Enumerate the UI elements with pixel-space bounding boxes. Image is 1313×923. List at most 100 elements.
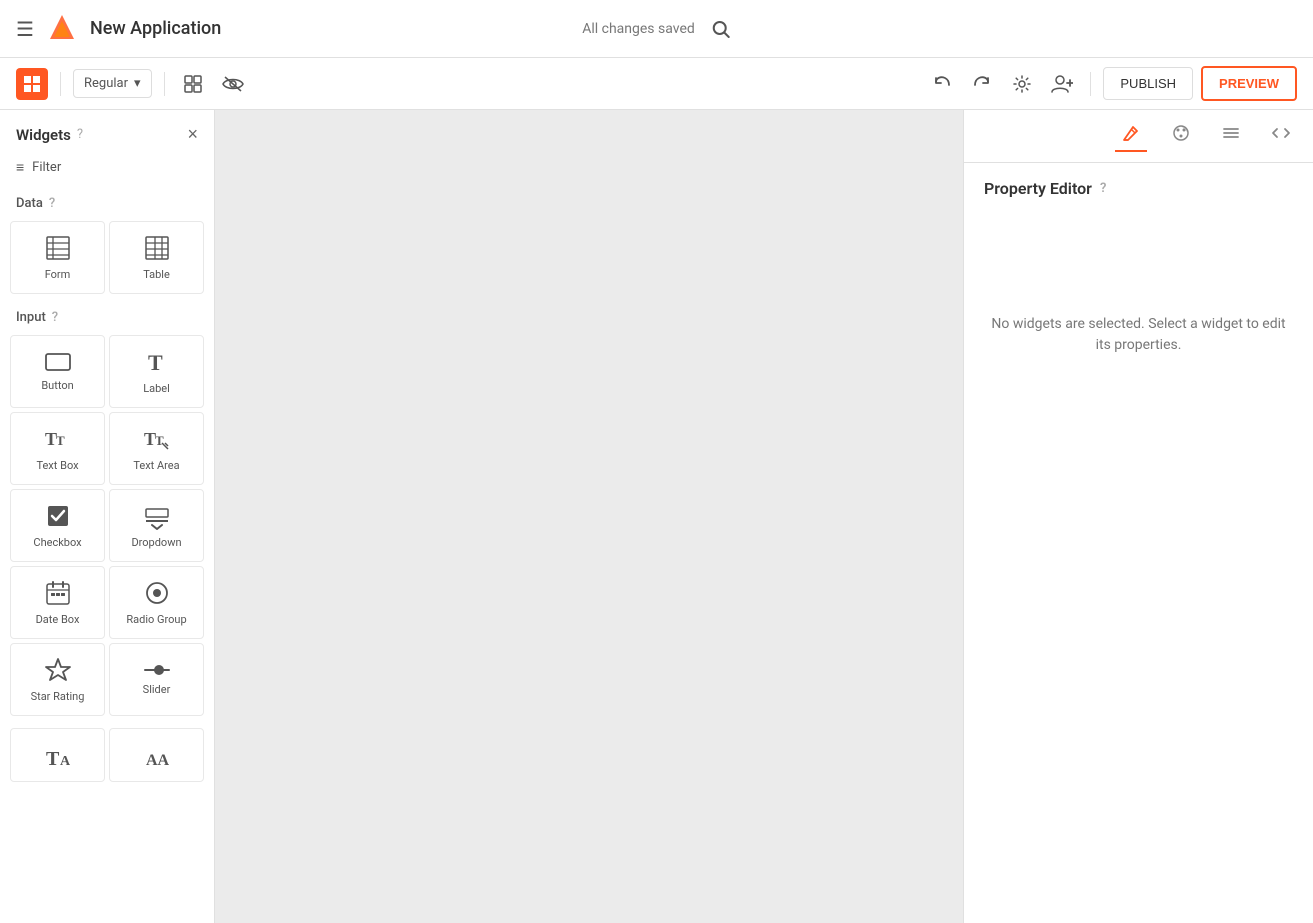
changes-saved-label: All changes saved bbox=[582, 21, 695, 37]
textarea-label: Text Area bbox=[133, 459, 179, 472]
undo-button[interactable] bbox=[926, 68, 958, 100]
textarea-icon: T T bbox=[142, 425, 172, 453]
top-nav: ☰ New Application All changes saved bbox=[0, 0, 1313, 58]
data-widgets-grid: Form Table bbox=[0, 217, 214, 302]
radiogroup-icon bbox=[143, 579, 171, 607]
nav-left: ☰ New Application bbox=[16, 11, 897, 47]
starrating-label: Star Rating bbox=[31, 690, 85, 703]
widget-radiogroup[interactable]: Radio Group bbox=[109, 566, 204, 639]
svg-text:T: T bbox=[46, 748, 60, 769]
textbox-label: Text Box bbox=[36, 459, 78, 472]
property-editor-empty-state: No widgets are selected. Select a widget… bbox=[964, 254, 1313, 416]
svg-text:T: T bbox=[56, 433, 65, 448]
input-section-label: Input ? bbox=[0, 302, 214, 331]
input-label-text: Input bbox=[16, 310, 46, 325]
label-label: Label bbox=[143, 382, 170, 395]
starrating-icon bbox=[44, 656, 72, 684]
hamburger-icon[interactable]: ☰ bbox=[16, 17, 34, 41]
widget-starrating[interactable]: Star Rating bbox=[10, 643, 105, 716]
widgets-panel: Widgets ? × ≡ Filter Data ? bbox=[0, 110, 215, 923]
table-label: Table bbox=[143, 268, 170, 281]
data-help-icon[interactable]: ? bbox=[49, 196, 55, 211]
svg-text:T: T bbox=[148, 350, 163, 375]
property-editor-section: Property Editor ? bbox=[964, 163, 1313, 254]
search-icon[interactable] bbox=[711, 19, 731, 39]
filter-icon: ≡ bbox=[16, 159, 24, 176]
app-title: New Application bbox=[90, 18, 221, 39]
dropdown-label: Dropdown bbox=[131, 536, 181, 549]
tab-theme[interactable] bbox=[1165, 120, 1197, 152]
grid-icon-button[interactable] bbox=[177, 68, 209, 100]
svg-text:A: A bbox=[60, 754, 71, 769]
regular-label: Regular bbox=[84, 76, 128, 91]
filter-row[interactable]: ≡ Filter bbox=[0, 155, 214, 188]
svg-text:T: T bbox=[155, 433, 164, 448]
input-help-icon[interactable]: ? bbox=[52, 310, 58, 325]
svg-text:AA: AA bbox=[146, 752, 170, 769]
property-editor-help-icon[interactable]: ? bbox=[1100, 181, 1106, 196]
datebox-label: Date Box bbox=[36, 613, 80, 626]
heading-icon: AA bbox=[143, 741, 171, 769]
toolbar-left: Regular ▾ bbox=[16, 68, 249, 100]
widget-textarea[interactable]: T T Text Area bbox=[109, 412, 204, 485]
datebox-icon bbox=[44, 579, 72, 607]
toolbar-right: PUBLISH PREVIEW bbox=[926, 66, 1297, 101]
widget-textbox[interactable]: T T Text Box bbox=[10, 412, 105, 485]
tab-code[interactable] bbox=[1265, 120, 1297, 152]
widgets-header: Widgets ? × bbox=[0, 110, 214, 155]
widgets-close-button[interactable]: × bbox=[187, 124, 198, 145]
widget-form[interactable]: Form bbox=[10, 221, 105, 294]
chevron-down-icon: ▾ bbox=[134, 76, 141, 91]
richtext-icon: T A bbox=[44, 741, 72, 769]
tab-data[interactable] bbox=[1215, 120, 1247, 152]
dropdown-icon bbox=[143, 502, 171, 530]
property-editor-title: Property Editor ? bbox=[984, 179, 1293, 198]
textbox-icon: T T bbox=[43, 425, 73, 453]
right-panel-tabs bbox=[964, 110, 1313, 163]
filter-label: Filter bbox=[32, 160, 61, 175]
table-icon bbox=[143, 234, 171, 262]
toolbar: Regular ▾ bbox=[0, 58, 1313, 110]
settings-button[interactable] bbox=[1006, 68, 1038, 100]
input-widgets-grid: Button T Label T T Text Bo bbox=[0, 331, 214, 724]
right-panel: Property Editor ? No widgets are selecte… bbox=[963, 110, 1313, 923]
slider-icon bbox=[143, 663, 171, 677]
widget-datebox[interactable]: Date Box bbox=[10, 566, 105, 639]
add-user-button[interactable] bbox=[1046, 68, 1078, 100]
eye-slash-icon-button[interactable] bbox=[217, 68, 249, 100]
data-section-label: Data ? bbox=[0, 188, 214, 217]
canvas-inner bbox=[215, 110, 963, 923]
widgets-title: Widgets bbox=[16, 126, 71, 144]
widgets-title-row: Widgets ? bbox=[16, 126, 83, 144]
app-logo bbox=[44, 11, 80, 47]
widget-slider[interactable]: Slider bbox=[109, 643, 204, 716]
tab-style[interactable] bbox=[1115, 120, 1147, 152]
toolbar-divider-1 bbox=[60, 72, 61, 96]
widget-label[interactable]: T Label bbox=[109, 335, 204, 408]
property-editor-empty-message: No widgets are selected. Select a widget… bbox=[984, 314, 1293, 356]
widgets-help-icon[interactable]: ? bbox=[77, 127, 83, 142]
widget-button[interactable]: Button bbox=[10, 335, 105, 408]
radiogroup-label: Radio Group bbox=[126, 613, 186, 626]
checkbox-label: Checkbox bbox=[33, 536, 81, 549]
button-icon bbox=[44, 351, 72, 373]
slider-label: Slider bbox=[143, 683, 171, 696]
redo-button[interactable] bbox=[966, 68, 998, 100]
widget-dropdown[interactable]: Dropdown bbox=[109, 489, 204, 562]
widget-checkbox[interactable]: Checkbox bbox=[10, 489, 105, 562]
form-icon bbox=[44, 234, 72, 262]
toolbar-divider-2 bbox=[164, 72, 165, 96]
publish-button[interactable]: PUBLISH bbox=[1103, 67, 1193, 100]
preview-button[interactable]: PREVIEW bbox=[1201, 66, 1297, 101]
nav-center: All changes saved bbox=[582, 19, 731, 39]
widget-richtext[interactable]: T A bbox=[10, 728, 105, 782]
widget-table[interactable]: Table bbox=[109, 221, 204, 294]
label-icon: T bbox=[143, 348, 171, 376]
regular-dropdown[interactable]: Regular ▾ bbox=[73, 69, 152, 98]
canvas-area[interactable] bbox=[215, 110, 963, 923]
property-editor-title-text: Property Editor bbox=[984, 179, 1092, 198]
widget-heading[interactable]: AA bbox=[109, 728, 204, 782]
button-label: Button bbox=[41, 379, 73, 392]
checkbox-icon bbox=[44, 502, 72, 530]
orange-squares-icon[interactable] bbox=[16, 68, 48, 100]
